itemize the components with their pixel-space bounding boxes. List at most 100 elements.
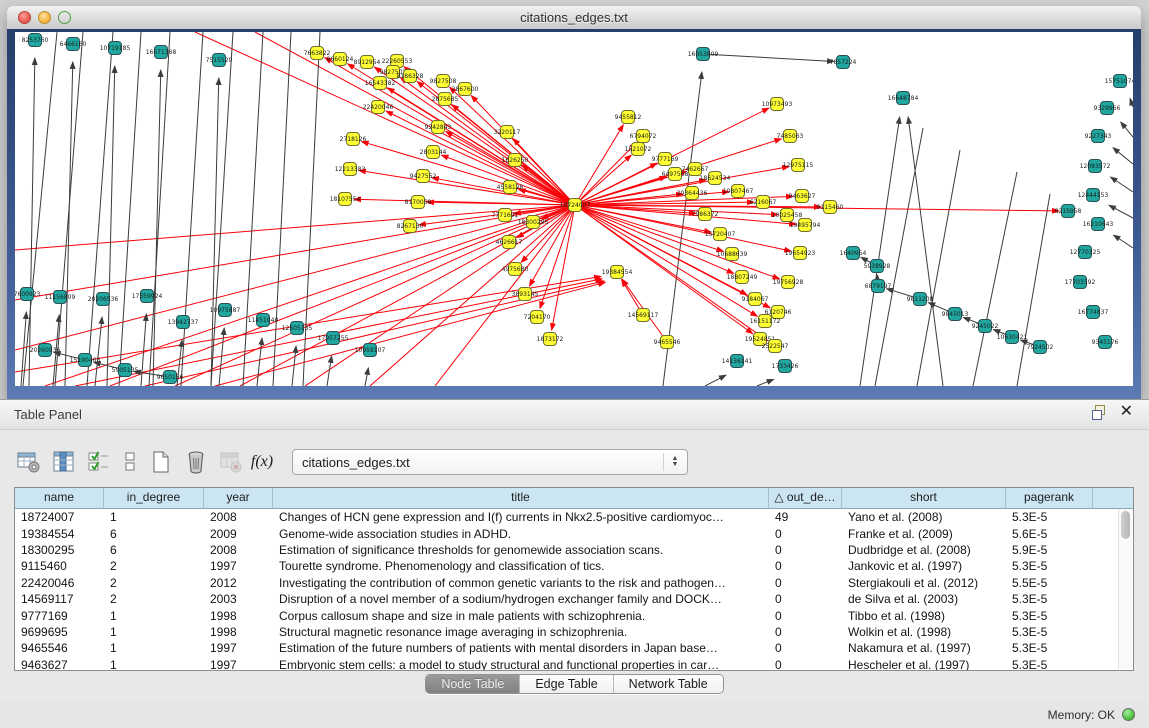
table-cell: 0 xyxy=(769,592,842,606)
graph-node-label: 5938928 xyxy=(864,263,891,270)
table-cell: 2012 xyxy=(204,576,273,590)
black-edge xyxy=(875,128,923,386)
table-cell: 5.6E-5 xyxy=(1006,527,1093,541)
network-canvas[interactable]: 1872400776638228660124891295422260553982… xyxy=(15,32,1133,386)
graph-node-label: 10958107 xyxy=(355,347,386,354)
column-header-title[interactable]: title xyxy=(273,488,769,508)
table-cell: Dudbridge et al. (2008) xyxy=(842,543,1006,557)
graph-node-label: 6466160 xyxy=(60,41,87,48)
table-mode-icon[interactable] xyxy=(14,447,44,477)
graph-node-label: 2718126 xyxy=(340,136,367,143)
graph-node-label: 11156809 xyxy=(45,294,76,301)
table-row[interactable]: 977716911998Corpus callosum shape and si… xyxy=(15,607,1133,623)
table-row[interactable]: 946554611997Estimation of the future num… xyxy=(15,640,1133,656)
delete-column-icon[interactable] xyxy=(181,447,211,477)
table-row[interactable]: 1872400712008Changes of HCN gene express… xyxy=(15,509,1133,525)
column-header-name[interactable]: name xyxy=(15,488,104,508)
window-titlebar[interactable]: citations_edges.txt xyxy=(7,6,1141,30)
table-scrollbar[interactable] xyxy=(1118,509,1132,669)
node-table: namein_degreeyeartitle△ out_de…shortpage… xyxy=(14,487,1134,671)
close-panel-icon[interactable]: ✕ xyxy=(1120,405,1133,419)
graph-node-label: 9242843 xyxy=(425,124,452,131)
graph-node-label: 16671368 xyxy=(146,49,177,56)
table-cell: 14569117 xyxy=(15,592,104,606)
table-row[interactable]: 1938455462009Genome-wide association stu… xyxy=(15,525,1133,541)
table-cell: 9465546 xyxy=(15,641,104,655)
table-cell: Corpus callosum shape and size in male p… xyxy=(273,609,769,623)
graph-node-label: 20364436 xyxy=(677,190,708,197)
table-chooser-select[interactable]: citations_edges.txt ▲▼ xyxy=(292,449,688,475)
table-cell: 0 xyxy=(769,527,842,541)
network-graph[interactable]: 1872400776638228660124891295422260553982… xyxy=(15,32,1133,386)
table-cell: 2008 xyxy=(204,543,273,557)
graph-node-label: 10688639 xyxy=(717,251,748,258)
graph-node-label: 9465546 xyxy=(654,339,681,346)
column-header-year[interactable]: year xyxy=(204,488,273,508)
graph-node-label: 22260553 xyxy=(382,58,413,65)
red-edge xyxy=(552,205,575,330)
function-builder-icon[interactable]: f(x) xyxy=(251,447,273,477)
table-cell: de Silva et al. (2003) xyxy=(842,592,1006,606)
column-header-pagerank[interactable]: pagerank xyxy=(1006,488,1093,508)
black-edge xyxy=(1113,148,1133,164)
table-cell: Nakamura et al. (1997) xyxy=(842,641,1006,655)
table-row[interactable]: 2242004622012Investigating the contribut… xyxy=(15,575,1133,591)
black-edge xyxy=(703,54,834,61)
tab-node-table[interactable]: Node Table xyxy=(426,675,520,693)
table-scrollbar-thumb[interactable] xyxy=(1121,511,1130,539)
graph-node-label: 9827508 xyxy=(430,78,457,85)
table-row[interactable]: 946362711997Embryonic stem cells: a mode… xyxy=(15,657,1133,671)
graph-node-label: 9115460 xyxy=(817,204,844,211)
graph-node-label: 10973493 xyxy=(762,101,793,108)
graph-node-label: 8186328 xyxy=(397,73,424,80)
table-cell: 0 xyxy=(769,559,842,573)
table-cell: 22420046 xyxy=(15,576,104,590)
table-cell: 1 xyxy=(104,510,204,524)
show-columns-icon[interactable] xyxy=(49,447,79,477)
black-edge xyxy=(257,338,262,386)
row-height-icon[interactable] xyxy=(119,447,141,477)
table-cell: 5.3E-5 xyxy=(1006,625,1093,639)
graph-node-label: 6794072 xyxy=(630,133,657,140)
tab-edge-table[interactable]: Edge Table xyxy=(520,675,613,693)
graph-node-label: 12770325 xyxy=(1070,249,1101,256)
table-row[interactable]: 1456911722003Disruption of a novel membe… xyxy=(15,591,1133,607)
table-row[interactable]: 969969511998Structural magnetic resonanc… xyxy=(15,624,1133,640)
graph-node-label: 14569117 xyxy=(628,312,659,319)
table-cell: 5.9E-5 xyxy=(1006,543,1093,557)
column-header-out_de[interactable]: △ out_de… xyxy=(769,488,842,508)
graph-node-label: 19756928 xyxy=(773,279,804,286)
table-row[interactable]: 911546021997Tourette syndrome. Phenomeno… xyxy=(15,558,1133,574)
graph-node-label: 22420046 xyxy=(363,104,394,111)
table-cell: 6 xyxy=(104,543,204,557)
graph-node-label: 16543382 xyxy=(365,80,396,87)
black-edge xyxy=(705,375,726,386)
graph-node-label: 12444153 xyxy=(1078,192,1109,199)
table-cell: 9463627 xyxy=(15,658,104,671)
graph-node-label: 9427552 xyxy=(410,173,437,180)
red-edge xyxy=(575,155,631,205)
new-column-icon[interactable] xyxy=(146,447,176,477)
graph-node-label: 9845013 xyxy=(942,311,969,318)
graph-node-label: 9455812 xyxy=(615,114,642,121)
black-edge xyxy=(65,62,73,386)
graph-node-label: 16210643 xyxy=(1083,221,1114,228)
table-cell: 2008 xyxy=(204,510,273,524)
table-cell: 1 xyxy=(104,658,204,671)
graph-node-label: 7515520 xyxy=(206,57,233,64)
column-header-short[interactable]: short xyxy=(842,488,1006,508)
table-panel-titlebar[interactable]: Table Panel ✕ xyxy=(0,400,1149,430)
memory-status-label: Memory: OK xyxy=(1048,708,1115,722)
graph-node-label: 10975887 xyxy=(210,307,241,314)
table-cell: Genome-wide association studies in ADHD. xyxy=(273,527,769,541)
black-edge xyxy=(273,32,291,386)
column-header-in_degree[interactable]: in_degree xyxy=(104,488,204,508)
table-cell: 5.3E-5 xyxy=(1006,641,1093,655)
tab-network-table[interactable]: Network Table xyxy=(614,675,723,693)
select-columns-icon[interactable] xyxy=(84,447,114,477)
graph-node-label: 16648784 xyxy=(888,95,919,102)
float-panel-icon[interactable] xyxy=(1092,405,1106,419)
table-row[interactable]: 1830029562008Estimation of significance … xyxy=(15,542,1133,558)
combo-stepper-icon[interactable]: ▲▼ xyxy=(663,453,681,471)
graph-node-label: 2875685 xyxy=(432,96,459,103)
